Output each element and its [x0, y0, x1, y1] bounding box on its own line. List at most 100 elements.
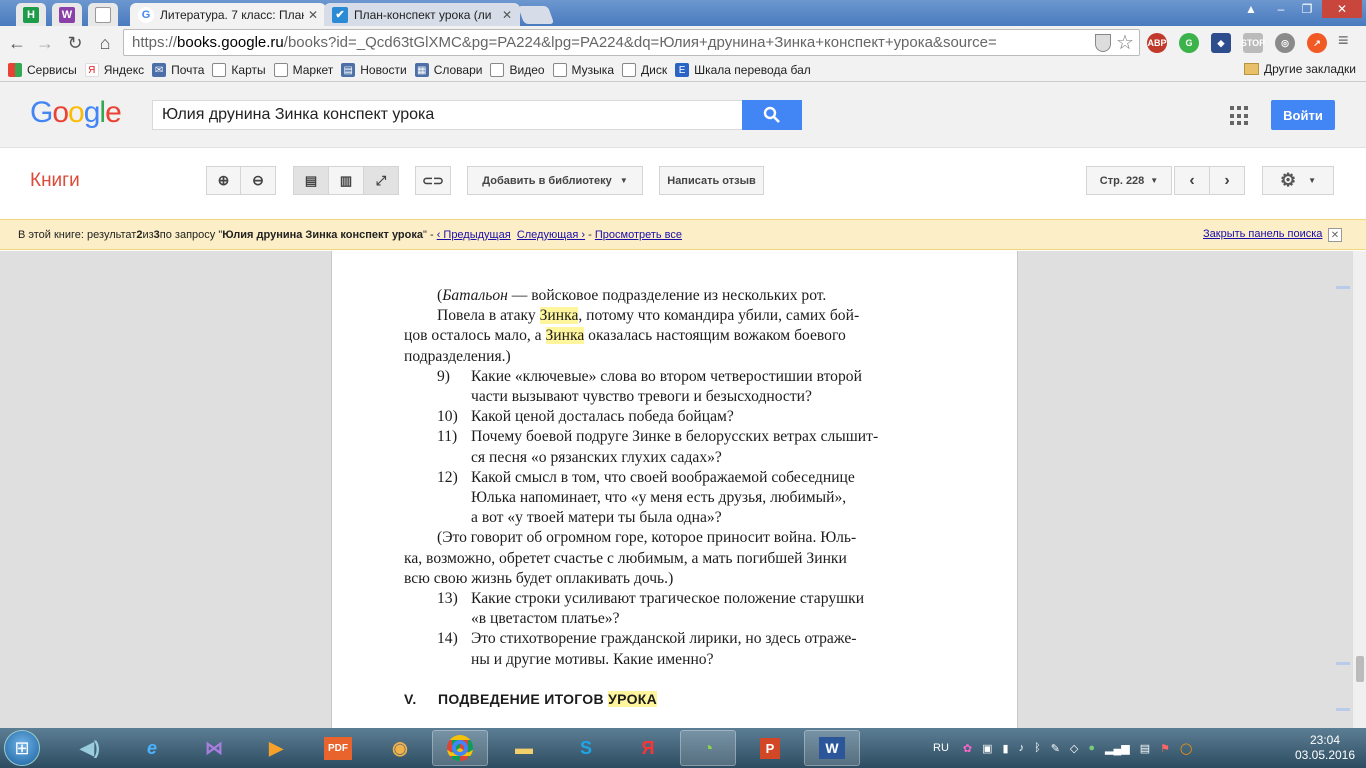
taskbar-speaker[interactable]: ◀): [62, 730, 118, 766]
gear-icon: ⚙: [1279, 170, 1297, 190]
network-icon[interactable]: ▮: [1003, 742, 1009, 755]
user-icon[interactable]: ▲: [1238, 0, 1264, 18]
bookmark-market[interactable]: Маркет: [273, 63, 333, 77]
search-highlight: Зинка: [545, 327, 585, 345]
close-search-panel-link[interactable]: Закрыть панель поиска: [1203, 228, 1322, 240]
question-11: 11) Почему боевой подруге Зинке в белорус…: [437, 428, 879, 466]
pinned-tab-2[interactable]: W: [52, 3, 82, 26]
result-marker: [1336, 662, 1350, 665]
zoom-in-button[interactable]: ⊕: [206, 166, 241, 195]
question-12: 12) Какой смысл в том, что своей вообража…: [437, 468, 855, 527]
apps-grid-icon[interactable]: [1230, 106, 1250, 126]
forward-icon[interactable]: →: [34, 32, 56, 54]
bookmark-dictionaries[interactable]: ▦ Словари: [414, 63, 482, 77]
page-select[interactable]: Стр. 228 ▼: [1086, 166, 1172, 195]
taskbar-powerpoint[interactable]: P: [742, 730, 798, 766]
address-bar[interactable]: https://books.google.ru/books?id=_Qcd63t…: [123, 29, 1140, 56]
minimize-button[interactable]: –: [1268, 0, 1294, 18]
logo-letter: g: [83, 96, 101, 129]
write-review-button[interactable]: Написать отзыв: [659, 166, 764, 195]
tray-app-icon[interactable]: ✿: [963, 742, 972, 755]
book-text: (Батальон — войсковое подразделение из н…: [404, 286, 966, 670]
taskbar-word[interactable]: W: [804, 730, 860, 766]
tab-plan-konspekt[interactable]: ✔ План-конспект урока (ли ✕: [324, 3, 520, 26]
close-tab-icon[interactable]: ✕: [308, 8, 318, 22]
close-tab-icon[interactable]: ✕: [502, 8, 512, 22]
view-all-link[interactable]: Просмотреть все: [595, 229, 682, 241]
extension-green-icon[interactable]: G: [1179, 33, 1199, 53]
google-logo[interactable]: Google: [30, 96, 122, 130]
bookmark-maps[interactable]: Карты: [212, 63, 266, 77]
zoom-out-button[interactable]: ⊖: [240, 166, 276, 195]
bookmark-services[interactable]: Сервисы: [8, 63, 77, 77]
extension-orange-icon[interactable]: ↗: [1307, 33, 1327, 53]
signin-button[interactable]: Войти: [1271, 100, 1335, 130]
new-tab-button[interactable]: [517, 6, 555, 24]
bookmark-video[interactable]: Видео: [490, 63, 545, 77]
bookmarks-bar: Сервисы Я Яндекс ✉ Почта Карты Маркет ▤ Нов…: [0, 59, 1366, 82]
home-icon[interactable]: ⌂: [94, 32, 116, 54]
close-icon[interactable]: ✕: [1328, 228, 1342, 242]
pinned-site-icon: W: [59, 6, 75, 23]
signal-icon[interactable]: ▂▄▆: [1105, 742, 1130, 755]
add-to-library-button[interactable]: Добавить в библиотеку ▼: [467, 166, 643, 195]
taskbar-stats[interactable]: ◔: [680, 730, 736, 766]
taskbar-ie[interactable]: e: [124, 730, 180, 766]
adblock-icon[interactable]: ABP: [1147, 33, 1167, 53]
flag-icon[interactable]: ⚑: [1160, 742, 1170, 755]
close-window-button[interactable]: ✕: [1322, 0, 1362, 18]
language-indicator[interactable]: RU: [933, 742, 949, 754]
bluetooth-icon[interactable]: ᛒ: [1034, 742, 1041, 754]
books-label[interactable]: Книги: [30, 170, 80, 192]
menu-icon[interactable]: ≡: [1338, 30, 1349, 51]
tray-app-icon[interactable]: ✎: [1051, 742, 1060, 755]
bookmark-mail[interactable]: ✉ Почта: [152, 63, 204, 77]
back-icon[interactable]: ←: [6, 32, 28, 54]
shield-icon[interactable]: [1095, 34, 1111, 52]
fullscreen-button[interactable]: ⤢: [363, 166, 399, 195]
link-button[interactable]: ⊂⊃: [415, 166, 451, 195]
tray-app-icon[interactable]: ●: [1088, 742, 1095, 754]
extension-gray-icon[interactable]: ◎: [1275, 33, 1295, 53]
bookmark-yandex[interactable]: Я Яндекс: [84, 63, 144, 77]
tab-literatura[interactable]: G Литература. 7 класс: План ✕: [130, 3, 326, 26]
settings-button[interactable]: ⚙ ▼: [1262, 166, 1334, 195]
tray-app-icon[interactable]: ◯: [1180, 742, 1192, 755]
taskbar-media[interactable]: ▶: [248, 730, 304, 766]
pinned-tab-3[interactable]: [88, 3, 118, 26]
taskbar-vs[interactable]: ⋈: [186, 730, 242, 766]
next-result-link[interactable]: Следующая ›: [517, 229, 585, 241]
scrollbar-thumb[interactable]: [1356, 656, 1364, 682]
previous-result-link[interactable]: ‹ Предыдущая: [437, 229, 511, 241]
bookmark-star-icon[interactable]: ☆: [1116, 30, 1134, 55]
reload-icon[interactable]: ↻: [64, 32, 86, 54]
bookmark-disk[interactable]: Диск: [622, 63, 667, 77]
search-button[interactable]: [742, 100, 802, 130]
taskbar-explorer[interactable]: ▬: [496, 730, 552, 766]
bookmark-news[interactable]: ▤ Новости: [341, 63, 407, 77]
taskbar-yandex[interactable]: Я: [620, 730, 676, 766]
extension-shield-icon[interactable]: ◆: [1211, 33, 1231, 53]
clock[interactable]: 23:04 03.05.2016: [1290, 733, 1360, 763]
pinned-tab-1[interactable]: H: [16, 3, 46, 26]
start-button[interactable]: ⊞: [4, 730, 40, 766]
volume-icon[interactable]: ♪: [1019, 742, 1025, 754]
taskbar-eye[interactable]: ◉: [372, 730, 428, 766]
search-input[interactable]: [152, 100, 743, 130]
taskbar-pdf[interactable]: PDF: [310, 730, 366, 766]
other-bookmarks[interactable]: Другие закладки: [1244, 62, 1356, 76]
two-page-button[interactable]: ▥: [328, 166, 364, 195]
tray-app-icon[interactable]: ▣: [982, 742, 992, 755]
single-page-button[interactable]: ▤: [293, 166, 329, 195]
tray-app-icon[interactable]: ▤: [1140, 742, 1150, 755]
taskbar-skype[interactable]: S: [558, 730, 614, 766]
stop-icon[interactable]: STOP: [1241, 33, 1265, 53]
prev-page-button[interactable]: ‹: [1174, 166, 1210, 195]
taskbar-chrome[interactable]: [432, 730, 488, 766]
next-page-button[interactable]: ›: [1209, 166, 1245, 195]
bookmark-music[interactable]: Музыка: [552, 63, 614, 77]
text-line: ка, возможно, обретет счастье с любимым,…: [404, 549, 847, 567]
tray-app-icon[interactable]: ◇: [1070, 742, 1078, 755]
maximize-button[interactable]: ❐: [1294, 0, 1320, 18]
bookmark-scale[interactable]: E Шкала перевода бал: [675, 63, 811, 77]
